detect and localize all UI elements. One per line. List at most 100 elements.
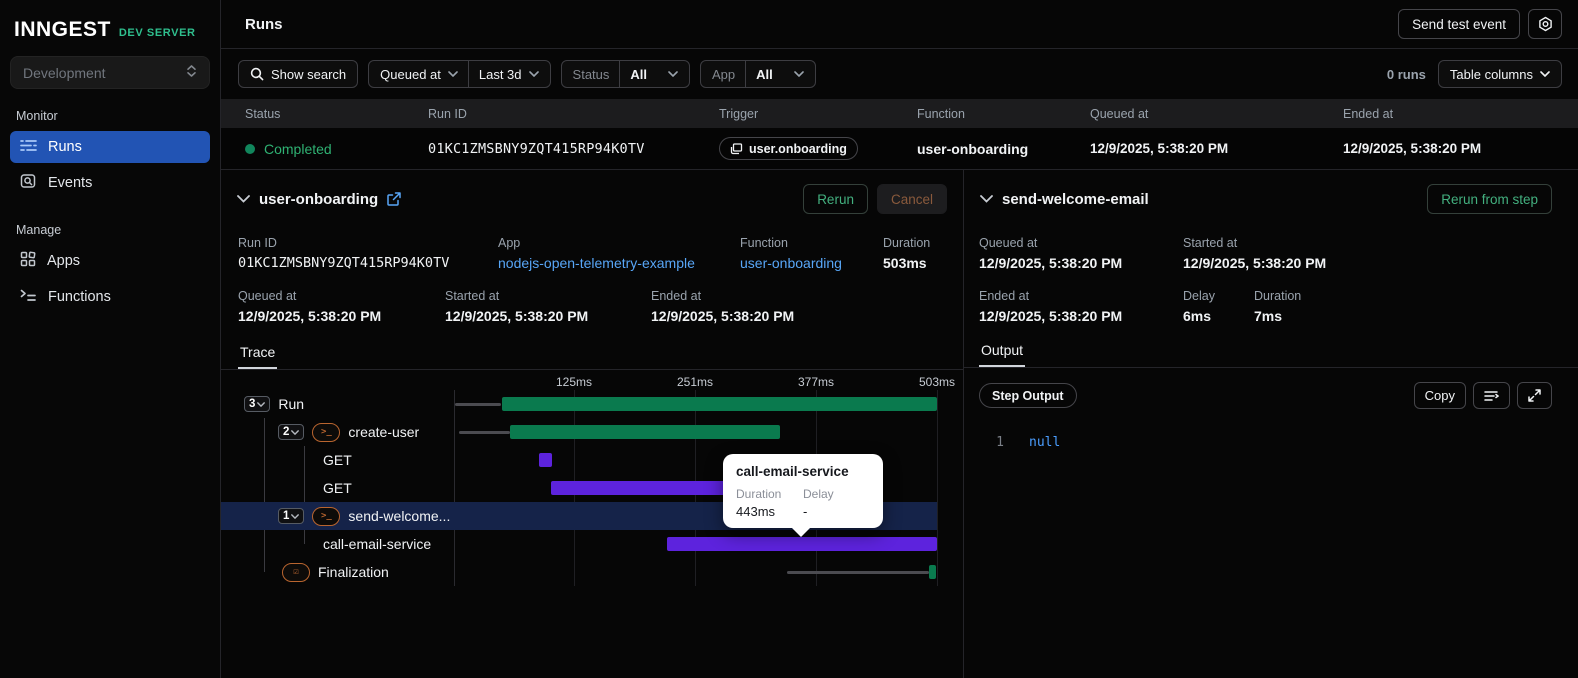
trace-delay-line — [454, 402, 502, 406]
col-run-id: Run ID — [428, 106, 467, 121]
code-value: null — [1029, 435, 1061, 450]
trace-tooltip: call-email-service Duration Delay 443ms … — [723, 454, 883, 537]
expand-icon — [1528, 389, 1541, 402]
manage-section-label: Manage — [16, 223, 62, 237]
trace-row-label: 3 Run — [244, 396, 304, 412]
children-count-badge[interactable]: 3 — [244, 396, 271, 412]
rerun-button[interactable]: Rerun — [803, 184, 868, 214]
run-id-value: 01KC1ZMSBNY9ZQT415RP94K0TV — [238, 255, 450, 271]
step-queued-label: Queued at — [979, 236, 1038, 250]
trace-row-label: GET — [323, 480, 352, 496]
trace-row-call-email-service[interactable]: call-email-service — [221, 530, 937, 558]
trace-row-name: create-user — [348, 424, 420, 440]
trace-span-bar[interactable] — [667, 537, 937, 551]
output-toolbar: Step Output Copy — [964, 368, 1578, 409]
tooltip-title: call-email-service — [736, 464, 849, 479]
trace-row-label: 2 >_ create-user — [278, 422, 420, 442]
main-content: Runs Send test event Show search Queued … — [221, 0, 1578, 678]
sidebar-item-label: Apps — [47, 253, 81, 269]
app-link[interactable]: nodejs-open-telemetry-example — [498, 255, 740, 271]
children-count-badge[interactable]: 2 — [278, 424, 305, 440]
sidebar: INNGEST DEV SERVER Development Monitor R… — [0, 0, 221, 678]
trace-row-name: call-email-service — [323, 536, 432, 552]
trace-row-run[interactable]: 3 Run — [221, 390, 937, 418]
copy-button[interactable]: Copy — [1413, 382, 1466, 409]
table-row[interactable]: Completed 01KC1ZMSBNY9ZQT415RP94K0TV use… — [221, 128, 1578, 170]
table-columns-dropdown[interactable]: Table columns — [1437, 60, 1562, 88]
external-link-icon[interactable] — [387, 192, 401, 206]
function-link[interactable]: user-onboarding — [740, 255, 883, 271]
col-function: Function — [917, 106, 965, 121]
time-filter-dropdown[interactable]: Queued at Last 3d — [368, 60, 551, 88]
app-window: INNGEST DEV SERVER Development Monitor R… — [0, 0, 1578, 678]
environment-select-value: Development — [23, 64, 106, 81]
logo: INNGEST DEV SERVER — [10, 0, 210, 56]
status-text: Completed — [264, 140, 332, 157]
trace-span-bar[interactable] — [538, 453, 552, 467]
trace-span-bar[interactable] — [502, 397, 937, 411]
rerun-from-step-button[interactable]: Rerun from step — [1427, 184, 1552, 214]
events-icon — [20, 173, 37, 193]
step-title: send-welcome-email — [1002, 190, 1149, 208]
axis-tick-label: 503ms — [918, 375, 956, 389]
app-field: App nodejs-open-telemetry-example — [498, 236, 740, 271]
settings-button[interactable] — [1528, 9, 1562, 39]
trace-span-bar[interactable] — [509, 425, 780, 439]
sidebar-item-runs[interactable]: Runs — [10, 131, 210, 163]
sidebar-item-functions[interactable]: Functions — [10, 281, 210, 313]
run-detail-panel: user-onboarding Rerun Cancel Run ID 01KC… — [221, 170, 964, 678]
sidebar-item-apps[interactable]: Apps — [10, 245, 210, 277]
children-count-badge[interactable]: 1 — [278, 508, 305, 524]
run-id-cell: 01KC1ZMSBNY9ZQT415RP94K0TV — [428, 140, 645, 157]
trace-row-label: 1 >_ send-welcome... — [278, 506, 451, 526]
status-filter-label: Status — [572, 66, 610, 82]
trace-row-finalization[interactable]: ☑ Finalization — [221, 558, 937, 586]
show-search-button[interactable]: Show search — [238, 60, 359, 88]
step-delay-label: Delay — [1183, 289, 1215, 303]
chevron-down-icon — [1540, 71, 1550, 77]
trace-span-bar[interactable] — [550, 481, 728, 495]
divider — [619, 61, 621, 87]
word-wrap-icon — [1484, 390, 1499, 401]
trace-span-bar[interactable] — [929, 565, 937, 579]
trace-row-name: Finalization — [318, 564, 389, 580]
col-queued-at: Queued at — [1090, 106, 1149, 121]
trigger-pill[interactable]: user.onboarding — [719, 137, 858, 160]
functions-icon — [20, 288, 37, 306]
collapse-chevron-icon[interactable] — [237, 195, 250, 203]
runs-count: 0 runs — [1386, 66, 1426, 82]
trace-row-create-user[interactable]: 2 >_ create-user — [221, 418, 937, 446]
step-duration-field: Duration 7ms — [1254, 289, 1578, 324]
run-id-label: Run ID — [238, 236, 277, 250]
tab-trace[interactable]: Trace — [238, 340, 278, 369]
step-duration-value: 7ms — [1254, 308, 1283, 324]
ended-at-value: 12/9/2025, 5:38:20 PM — [651, 308, 795, 324]
send-test-event-button[interactable]: Send test event — [1398, 9, 1520, 39]
trace-row-label: ☑ Finalization — [282, 562, 389, 582]
queued-at-value: 12/9/2025, 5:38:20 PM — [238, 308, 382, 324]
app-filter-dropdown[interactable]: App All — [700, 60, 816, 88]
table-header: Status Run ID Trigger Function Queued at… — [221, 99, 1578, 128]
collapse-chevron-icon[interactable] — [980, 195, 993, 203]
status-cell: Completed — [245, 141, 428, 157]
tab-output[interactable]: Output — [979, 338, 1026, 367]
cancel-button[interactable]: Cancel — [876, 184, 947, 214]
time-range-label: Last 3d — [478, 66, 522, 82]
trace-row-label: GET — [323, 452, 352, 468]
function-field: Function user-onboarding — [740, 236, 883, 271]
duration-label: Duration — [883, 236, 931, 250]
step-ended-field: Ended at 12/9/2025, 5:38:20 PM — [979, 289, 1183, 324]
word-wrap-button[interactable] — [1473, 382, 1510, 409]
expand-button[interactable] — [1517, 382, 1552, 409]
environment-select[interactable]: Development — [10, 56, 210, 89]
trace-delay-line — [787, 570, 930, 574]
trace-row-name: send-welcome... — [348, 508, 451, 524]
status-filter-dropdown[interactable]: Status All — [560, 60, 691, 88]
finalization-check-icon: ☑ — [282, 562, 310, 582]
trace-waterfall: 125ms 251ms 377ms 503ms 3 Run 2 >_ create-user GE… — [221, 370, 963, 678]
sidebar-item-events[interactable]: Events — [10, 167, 210, 199]
sidebar-item-label: Events — [48, 175, 93, 191]
duration-field: Duration 503ms — [883, 236, 963, 271]
divider — [467, 61, 469, 87]
tooltip-duration-label: Duration — [736, 487, 782, 501]
